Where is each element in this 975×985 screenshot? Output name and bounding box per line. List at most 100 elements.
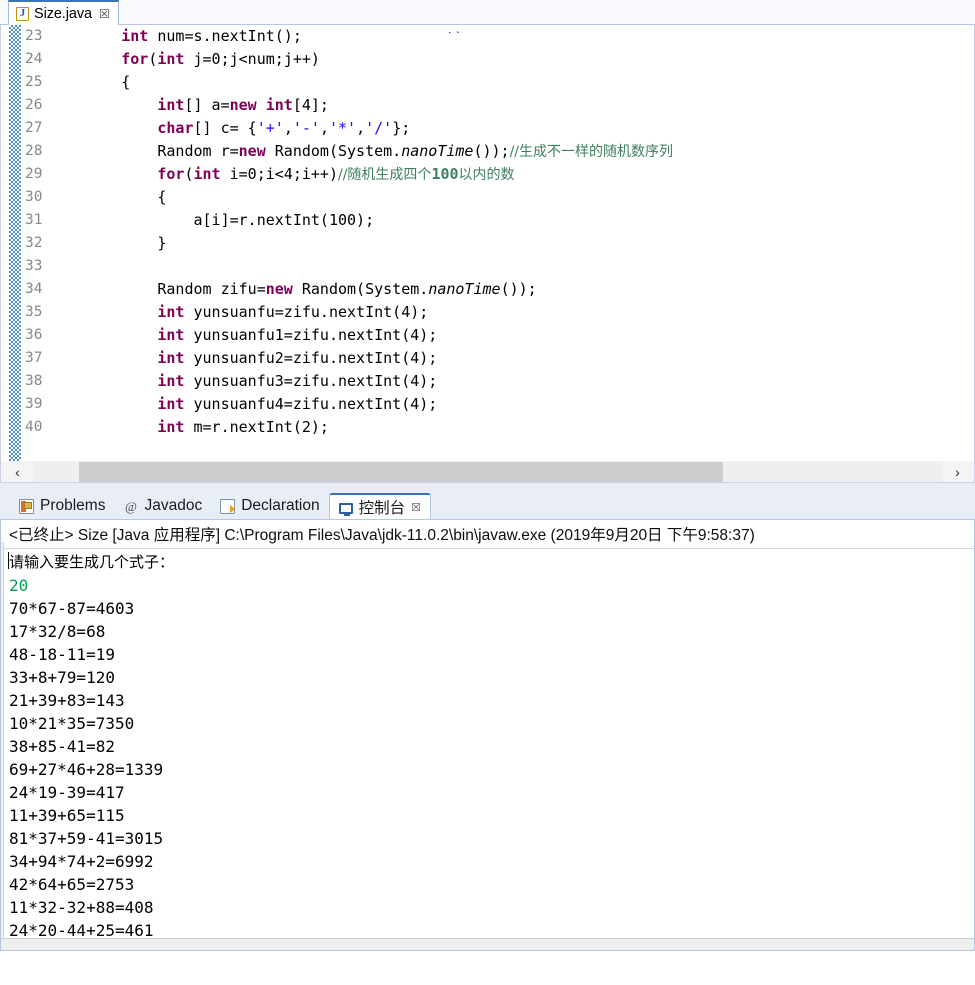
code-keyword: int: [157, 372, 185, 390]
code-line-content: a[i]=r.nextInt(100);: [49, 209, 375, 232]
code-text: (: [184, 165, 194, 183]
code-line-content: for(int j=0;j<num;j++): [49, 48, 320, 71]
code-line-content: {: [49, 186, 166, 209]
code-line[interactable]: 30 {: [1, 186, 974, 209]
console-icon: [338, 502, 353, 516]
code-line-content: int yunsuanfu4=zifu.nextInt(4);: [49, 393, 437, 416]
code-string: '+': [256, 119, 284, 137]
code-keyword: int: [157, 349, 185, 367]
console-tab-控制台[interactable]: 控制台 ☒: [328, 493, 431, 519]
code-line-content: Random r=new Random(System.nanoTime());/…: [49, 140, 673, 164]
code-text: }: [157, 234, 167, 252]
code-line[interactable]: 39 int yunsuanfu4=zifu.nextInt(4);: [1, 393, 974, 416]
code-text: i=0;i<4;i++): [220, 165, 338, 183]
console-tab-problems[interactable]: Problems: [10, 493, 114, 519]
code-line-content: int num=s.nextInt();: [49, 25, 302, 48]
line-number: 38: [25, 373, 43, 389]
code-line-content: int yunsuanfu2=zifu.nextInt(4);: [49, 347, 437, 370]
close-icon[interactable]: ☒: [99, 8, 110, 20]
code-line[interactable]: 36 int yunsuanfu1=zifu.nextInt(4);: [1, 324, 974, 347]
console-output-line: 24*19-39=417: [9, 783, 125, 802]
console-tab-javadoc[interactable]: @ Javadoc: [114, 493, 211, 519]
console-output-line: 11+39+65=115: [9, 806, 125, 825]
clipped-line-below: 41 switch(m): [1, 451, 974, 461]
scrollbar-thumb[interactable]: [79, 461, 723, 482]
code-line-content: int[] a=new int[4];: [49, 94, 329, 117]
code-comment: 以内的数: [458, 167, 515, 183]
console-output-line: 20: [9, 576, 29, 595]
code-text: [4];: [292, 96, 329, 114]
code-text: ,: [356, 119, 366, 137]
code-line[interactable]: 40 int m=r.nextInt(2);: [1, 416, 974, 439]
code-line[interactable]: 28 Random r=new Random(System.nanoTime()…: [1, 140, 974, 163]
code-line[interactable]: 25 {: [1, 71, 974, 94]
close-icon[interactable]: ☒: [411, 501, 421, 514]
editor-tab-size-java[interactable]: Size.java ☒: [8, 0, 119, 25]
code-static-method: nanoTime: [401, 142, 474, 160]
code-editor[interactable]: '); 23 int num=s.nextInt();24 for(int j=…: [0, 25, 975, 461]
code-text: yunsuanfu4=zifu.nextInt(4);: [184, 395, 438, 413]
console-footer-bar: [1, 938, 974, 950]
code-line[interactable]: 34 Random zifu=new Random(System.nanoTim…: [1, 278, 974, 301]
console-output-line: 17*32/8=68: [9, 622, 106, 641]
console-tab-label: Problems: [40, 497, 106, 514]
editor-tab-label: Size.java: [34, 5, 92, 22]
code-text: m=r.nextInt(2);: [184, 418, 329, 436]
console-output[interactable]: 请输入要生成几个式子： 20 70*67-87=4603 17*32/8=68 48-1…: [1, 549, 974, 950]
line-number: 34: [25, 281, 43, 297]
code-line-content: int yunsuanfu=zifu.nextInt(4);: [49, 301, 428, 324]
code-keyword: int: [157, 96, 185, 114]
declaration-icon: [220, 498, 237, 514]
console-output-line: 21+39+83=143: [9, 691, 125, 710]
code-text: Random(System.: [265, 142, 402, 160]
code-text: {: [157, 188, 167, 206]
line-number: 33: [25, 258, 43, 274]
scroll-right-arrow-icon[interactable]: ›: [941, 461, 974, 482]
code-line-content: }: [49, 232, 166, 255]
eclipse-ide-window: Size.java ☒ '); 23 int num=s.nextInt();2…: [0, 0, 975, 985]
code-static-method: nanoTime: [428, 280, 501, 298]
code-line[interactable]: 37 int yunsuanfu2=zifu.nextInt(4);: [1, 347, 974, 370]
console-tab-label: Javadoc: [144, 497, 203, 514]
scrollbar-track[interactable]: [34, 461, 941, 482]
code-line[interactable]: 24 for(int j=0;j<num;j++): [1, 48, 974, 71]
line-number: 40: [25, 419, 43, 435]
code-line[interactable]: 33: [1, 255, 974, 278]
code-text: [] a=: [184, 96, 230, 114]
code-text: yunsuanfu1=zifu.nextInt(4);: [184, 326, 438, 344]
editor-horizontal-scrollbar[interactable]: ‹ ›: [0, 461, 975, 483]
code-keyword: int: [157, 418, 185, 436]
console-tab-declaration[interactable]: Declaration: [211, 493, 328, 519]
code-keyword: int: [157, 50, 185, 68]
line-number: 26: [25, 97, 43, 113]
code-line[interactable]: 26 int[] a=new int[4];: [1, 94, 974, 117]
code-keyword: int: [193, 165, 221, 183]
line-number: 24: [25, 51, 43, 67]
panel-divider[interactable]: [0, 483, 975, 491]
code-text: ());: [500, 280, 537, 298]
code-line[interactable]: 23 int num=s.nextInt();: [1, 25, 974, 48]
code-line[interactable]: 29 for(int i=0;i<4;i++)//随机生成四个100以内的数: [1, 163, 974, 186]
code-line[interactable]: 38 int yunsuanfu3=zifu.nextInt(4);: [1, 370, 974, 393]
code-line[interactable]: 31 a[i]=r.nextInt(100);: [1, 209, 974, 232]
line-number: 30: [25, 189, 43, 205]
code-text: ());: [473, 142, 510, 160]
console-output-line: 11*32-32+88=408: [9, 898, 154, 917]
code-string: '*': [328, 119, 357, 137]
code-text: yunsuanfu=zifu.nextInt(4);: [184, 303, 429, 321]
line-number: 31: [25, 212, 43, 228]
code-keyword: new: [265, 280, 293, 298]
console-launch-header: <已终止> Size [Java 应用程序] C:\Program Files\…: [1, 520, 974, 549]
scroll-left-arrow-icon[interactable]: ‹: [1, 461, 34, 482]
code-keyword: new: [229, 96, 257, 114]
console-output-line: 请输入要生成几个式子：: [9, 553, 175, 571]
console-output-line: 70*67-87=4603: [9, 599, 135, 618]
code-line[interactable]: 35 int yunsuanfu=zifu.nextInt(4);: [1, 301, 974, 324]
code-text: yunsuanfu3=zifu.nextInt(4);: [184, 372, 438, 390]
code-text: {: [121, 73, 131, 91]
code-text: j=0;j<num;j++): [184, 50, 320, 68]
console-view[interactable]: <已终止> Size [Java 应用程序] C:\Program Files\…: [0, 519, 975, 951]
code-line[interactable]: 32 }: [1, 232, 974, 255]
code-line[interactable]: 27 char[] c= {'+','-','*','/'};: [1, 117, 974, 140]
line-number: 36: [25, 327, 43, 343]
